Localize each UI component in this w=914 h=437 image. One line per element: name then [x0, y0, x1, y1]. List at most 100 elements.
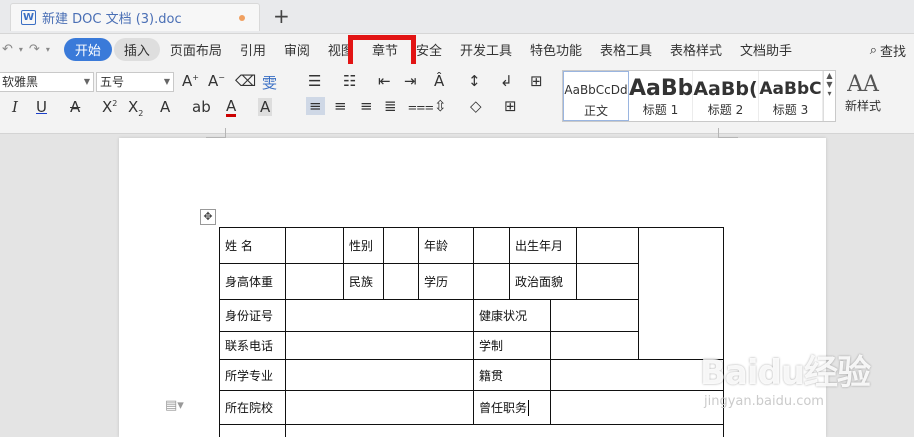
table-cell[interactable] — [285, 359, 474, 391]
table-cell[interactable]: 学制 — [473, 331, 551, 360]
subscript-icon[interactable]: X2 — [128, 98, 143, 118]
table-cell[interactable]: 姓 名 — [219, 227, 286, 264]
char-shading-icon[interactable]: A — [258, 98, 273, 116]
sort-icon[interactable]: ↕ — [468, 72, 481, 90]
borders-icon[interactable]: ⊞ — [504, 97, 517, 115]
table-cell[interactable] — [285, 390, 474, 425]
chevron-down-icon: ▼ — [163, 77, 170, 86]
numbered-list-icon[interactable]: ☷ — [343, 72, 356, 90]
table-cell[interactable] — [285, 227, 344, 264]
menu-view[interactable]: 视图 — [320, 37, 362, 62]
table-cell[interactable] — [383, 263, 419, 300]
justify-icon[interactable]: ≣ — [384, 97, 397, 115]
clear-format-icon[interactable]: ⌫ — [235, 72, 256, 90]
menu-security[interactable]: 安全 — [408, 37, 450, 62]
table-cell[interactable]: 联系电话 — [219, 331, 286, 360]
strikethrough-icon[interactable]: A — [70, 98, 80, 116]
style-heading-3[interactable]: AaBbC 标题 3 — [759, 71, 823, 121]
table-cell[interactable] — [285, 331, 474, 360]
distribute-icon[interactable]: ⩶ — [408, 97, 434, 115]
menu-references[interactable]: 引用 — [232, 37, 274, 62]
style-heading-1[interactable]: AaBb 标题 1 — [629, 71, 693, 121]
table-cell[interactable] — [550, 299, 639, 332]
table-cell[interactable]: 出生年月 — [509, 227, 577, 264]
undo-dropdown-icon[interactable]: ▾ — [19, 45, 23, 54]
menu-special-features[interactable]: 特色功能 — [522, 37, 590, 62]
table-cell[interactable] — [219, 424, 286, 437]
table-cell[interactable] — [550, 359, 724, 391]
bullet-list-icon[interactable]: ☰ — [308, 72, 321, 90]
style-heading-2[interactable]: AaBb( 标题 2 — [693, 71, 759, 121]
table-cell[interactable] — [473, 227, 510, 264]
photo-cell[interactable] — [638, 227, 724, 360]
line-spacing-icon[interactable]: ⇳ — [434, 97, 447, 115]
table-cell[interactable] — [285, 299, 474, 332]
table-cell[interactable]: 身份证号 — [219, 299, 286, 332]
italic-icon[interactable]: I — [12, 98, 18, 116]
table-cell[interactable] — [576, 263, 639, 300]
style-normal[interactable]: AaBbCcDd 正文 — [563, 71, 629, 121]
table-cell[interactable]: 籍贯 — [473, 359, 551, 391]
menu-review[interactable]: 审阅 — [276, 37, 318, 62]
undo-icon[interactable]: ↶ — [2, 42, 13, 57]
menu-doc-assistant[interactable]: 文档助手 — [732, 37, 800, 62]
table-cell[interactable]: 曾任职务 — [473, 390, 551, 425]
table-cell[interactable] — [576, 227, 639, 264]
table-layout-icon[interactable]: ⊞ — [530, 72, 543, 90]
style-name: 标题 2 — [707, 103, 744, 117]
tab-bar: W 新建 DOC 文档 (3).doc + — [0, 0, 914, 34]
table-cell[interactable] — [550, 390, 724, 425]
align-center-icon[interactable]: ≡ — [334, 97, 347, 115]
font-color-icon[interactable]: A — [226, 98, 237, 117]
menu-table-tools[interactable]: 表格工具 — [592, 37, 660, 62]
table-cell[interactable]: 年龄 — [418, 227, 474, 264]
table-cell[interactable] — [383, 227, 419, 264]
menu-developer[interactable]: 开发工具 — [452, 37, 520, 62]
increase-indent-icon[interactable]: ⇥ — [404, 72, 417, 90]
table-cell[interactable] — [285, 424, 724, 437]
redo-icon[interactable]: ↷ — [29, 42, 40, 57]
new-style-button[interactable]: AA 新样式 — [845, 72, 881, 114]
align-right-icon[interactable]: ≡ — [360, 97, 373, 115]
phonetic-guide-icon[interactable]: 雯 — [262, 72, 277, 93]
document-tab[interactable]: W 新建 DOC 文档 (3).doc — [10, 3, 260, 31]
menu-home[interactable]: 开始 — [63, 37, 112, 61]
new-tab-button[interactable]: + — [273, 4, 290, 28]
style-sample: AaBbC — [759, 79, 822, 99]
shrink-font-icon[interactable]: A− — [208, 72, 225, 90]
table-cell[interactable]: 所在院校 — [219, 390, 286, 425]
decrease-indent-icon[interactable]: ⇤ — [378, 72, 391, 90]
table-cell[interactable]: 学历 — [418, 263, 474, 300]
superscript-icon[interactable]: X2 — [102, 98, 117, 116]
grow-font-icon[interactable]: A+ — [182, 72, 199, 90]
align-left-icon[interactable]: ≡ — [306, 97, 325, 115]
table-cell[interactable] — [550, 331, 639, 360]
table-cell[interactable]: 所学专业 — [219, 359, 286, 391]
table-cell[interactable] — [473, 263, 510, 300]
menu-section[interactable]: 章节 — [364, 37, 406, 62]
font-name-select[interactable]: 软雅黑 ▼ — [0, 72, 94, 92]
table-move-handle-icon[interactable]: ✥ — [200, 209, 216, 225]
document-side-icon[interactable]: ▤▾ — [165, 398, 184, 413]
text-direction-icon[interactable]: Â — [434, 72, 444, 90]
font-size-select[interactable]: 五号 ▼ — [96, 72, 174, 92]
show-marks-icon[interactable]: ↲ — [500, 72, 513, 90]
table-cell[interactable] — [285, 263, 344, 300]
table-cell[interactable]: 身高体重 — [219, 263, 286, 300]
text-effect-icon[interactable]: A — [160, 98, 170, 116]
table-cell[interactable]: 民族 — [343, 263, 384, 300]
menu-table-style[interactable]: 表格样式 — [662, 37, 730, 62]
document-tab-title: 新建 DOC 文档 (3).doc — [42, 12, 182, 27]
style-gallery-scrollbar[interactable]: ▲ ▼ ▾ — [823, 71, 835, 121]
menu-insert[interactable]: 插入 — [113, 37, 160, 61]
table-cell[interactable]: 政治面貌 — [509, 263, 577, 300]
search-button[interactable]: ⌕ 查找 — [870, 41, 906, 60]
table-cell[interactable]: 性别 — [343, 227, 384, 264]
menu-page-layout[interactable]: 页面布局 — [162, 37, 230, 62]
highlight-icon[interactable]: ab — [192, 98, 211, 116]
underline-icon[interactable]: U — [36, 98, 47, 116]
text-cursor — [528, 400, 530, 417]
quick-access-more-icon[interactable]: ▾ — [46, 45, 50, 54]
shading-fill-icon[interactable]: ◇ — [470, 97, 482, 115]
table-cell[interactable]: 健康状况 — [473, 299, 551, 332]
